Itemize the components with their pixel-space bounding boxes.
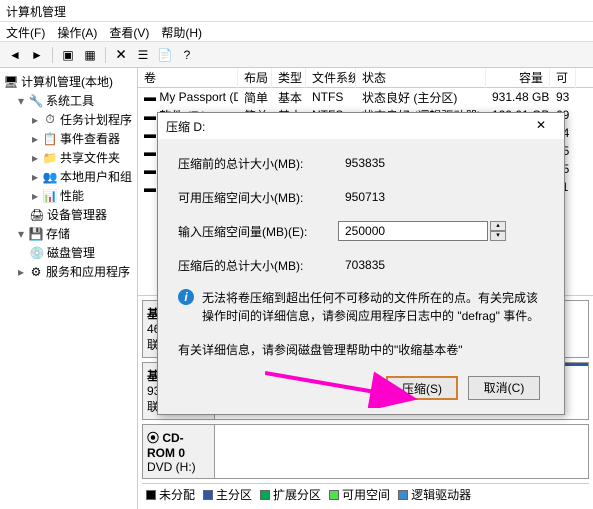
label-size-avail: 可用压缩空间大小(MB): [178, 189, 338, 206]
col-type[interactable]: 类型 [272, 68, 306, 88]
folder-icon: 📁 [43, 151, 57, 165]
tree-storage[interactable]: ▾💾存储 [2, 224, 135, 243]
col-capacity[interactable]: 容量 [486, 68, 550, 88]
tree-system-tools[interactable]: ▾🔧系统工具 [2, 91, 135, 110]
input-shrink-amount[interactable]: 250000 [338, 221, 488, 241]
window-title-bar: 计算机管理 [0, 0, 593, 22]
up-icon[interactable]: ▣ [59, 46, 77, 64]
tree-shared-folders[interactable]: ▸📁共享文件夹 [2, 148, 135, 167]
disk-label: ⦿ CD-ROM 0DVD (H:) [143, 425, 215, 478]
menu-file[interactable]: 文件(F) [6, 24, 45, 39]
label-shrink-amount: 输入压缩空间量(MB)(E): [178, 223, 338, 240]
dialog-title-bar[interactable]: 压缩 D: ✕ [158, 113, 564, 139]
col-layout[interactable]: 布局 [238, 68, 272, 88]
tree-disk-management[interactable]: 💿磁盘管理 [2, 243, 135, 262]
shrink-button[interactable]: 压缩(S) [386, 376, 458, 400]
tree-device-manager[interactable]: 🖨设备管理器 [2, 205, 135, 224]
refresh-icon[interactable]: 🗙 [112, 46, 130, 64]
info-icon: i [178, 289, 194, 305]
forward-icon[interactable]: ► [28, 46, 46, 64]
dialog-title: 压缩 D: [166, 118, 205, 135]
props-icon[interactable]: ▦ [81, 46, 99, 64]
info-text: 无法将卷压缩到超出任何不可移动的文件所在的点。有关完成该操作时间的详细信息，请参… [202, 289, 544, 325]
shrink-dialog: 压缩 D: ✕ 压缩前的总计大小(MB): 953835 可用压缩空间大小(MB… [157, 112, 565, 415]
back-icon[interactable]: ◄ [6, 46, 24, 64]
tree-event-viewer[interactable]: ▸📋事件查看器 [2, 129, 135, 148]
menu-help[interactable]: 帮助(H) [161, 24, 202, 39]
value-size-after: 703835 [338, 255, 488, 275]
services-icon: ⚙ [29, 265, 43, 279]
tree-performance[interactable]: ▸📊性能 [2, 186, 135, 205]
value-size-avail: 950713 [338, 187, 488, 207]
action2-icon[interactable]: 📄 [156, 46, 174, 64]
col-free[interactable]: 可 [550, 68, 576, 88]
disk-icon: 💿 [30, 246, 44, 260]
help-icon[interactable]: ? [178, 46, 196, 64]
col-volume[interactable]: 卷 [138, 68, 238, 88]
spinner[interactable]: ▴▾ [490, 221, 506, 241]
clock-icon: ⏱ [43, 113, 57, 127]
menu-bar: 文件(F) 操作(A) 查看(V) 帮助(H) [0, 22, 593, 42]
disk-block-cdrom[interactable]: ⦿ CD-ROM 0DVD (H:) [142, 424, 589, 479]
volume-row[interactable]: ▬ My Passport (D:)简单基本NTFS状态良好 (主分区)931.… [138, 88, 593, 106]
col-status[interactable]: 状态 [356, 68, 486, 88]
menu-view[interactable]: 查看(V) [109, 24, 149, 39]
nav-tree: 🖥计算机管理(本地) ▾🔧系统工具 ▸⏱任务计划程序 ▸📋事件查看器 ▸📁共享文… [0, 68, 138, 509]
cancel-button[interactable]: 取消(C) [468, 376, 540, 400]
tree-services-apps[interactable]: ▸⚙服务和应用程序 [2, 262, 135, 281]
spinner-down-icon[interactable]: ▾ [490, 231, 506, 241]
col-fs[interactable]: 文件系统 [306, 68, 356, 88]
value-size-before: 953835 [338, 153, 488, 173]
action1-icon[interactable]: ☰ [134, 46, 152, 64]
toolbar: ◄ ► ▣ ▦ 🗙 ☰ 📄 ? [0, 42, 593, 68]
label-size-after: 压缩后的总计大小(MB): [178, 257, 338, 274]
computer-icon: 🖥 [4, 75, 18, 89]
label-size-before: 压缩前的总计大小(MB): [178, 155, 338, 172]
tree-local-users[interactable]: ▸👥本地用户和组 [2, 167, 135, 186]
tree-task-scheduler[interactable]: ▸⏱任务计划程序 [2, 110, 135, 129]
wrench-icon: 🔧 [29, 94, 43, 108]
detail-link[interactable]: 有关详细信息，请参阅磁盘管理帮助中的"收缩基本卷" [178, 341, 544, 358]
tree-root[interactable]: 🖥计算机管理(本地) [2, 72, 135, 91]
device-icon: 🖨 [30, 208, 44, 222]
perf-icon: 📊 [43, 189, 57, 203]
spinner-up-icon[interactable]: ▴ [490, 221, 506, 231]
menu-action[interactable]: 操作(A) [57, 24, 97, 39]
storage-icon: 💾 [29, 227, 43, 241]
users-icon: 👥 [43, 170, 57, 184]
close-icon[interactable]: ✕ [526, 116, 556, 136]
log-icon: 📋 [43, 132, 57, 146]
window-title: 计算机管理 [6, 5, 66, 19]
legend: 未分配 主分区 扩展分区 可用空间 逻辑驱动器 [142, 483, 589, 505]
volume-list-header: 卷 布局 类型 文件系统 状态 容量 可 [138, 68, 593, 88]
